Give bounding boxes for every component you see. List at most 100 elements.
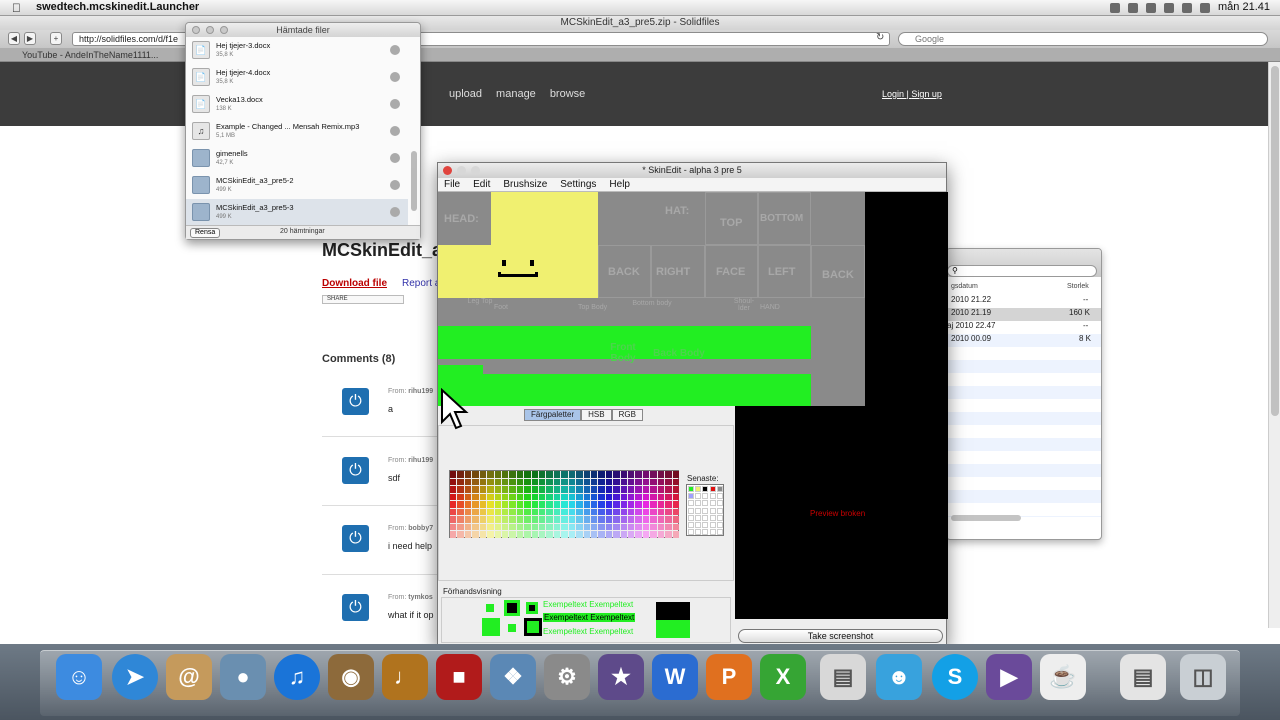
color-swatch[interactable] <box>635 516 642 523</box>
color-swatch[interactable] <box>628 523 635 531</box>
color-swatch[interactable] <box>635 493 642 501</box>
recent-swatch[interactable] <box>695 500 702 507</box>
download-file-link[interactable]: Download file <box>322 278 387 289</box>
menu-brushsize[interactable]: Brushsize <box>503 178 547 191</box>
column-date-modified[interactable]: gsdatum <box>951 283 978 295</box>
download-item[interactable]: gimenells 42,7 K <box>186 145 408 171</box>
color-swatch[interactable] <box>650 493 657 501</box>
add-bookmark-button[interactable]: + <box>50 32 62 45</box>
color-swatch[interactable] <box>628 508 635 516</box>
color-swatch[interactable] <box>561 493 568 501</box>
status-icon[interactable] <box>1110 3 1120 13</box>
color-swatch[interactable] <box>650 501 657 508</box>
powerpoint-icon[interactable]: P <box>706 654 752 700</box>
color-swatch[interactable] <box>635 508 642 516</box>
color-swatch[interactable] <box>650 486 657 493</box>
color-swatch[interactable] <box>479 501 487 508</box>
system-preferences-icon[interactable]: ⚙ <box>544 654 590 700</box>
color-swatch[interactable] <box>568 523 576 531</box>
color-swatch[interactable] <box>487 478 494 486</box>
recent-swatch[interactable] <box>702 522 709 528</box>
recent-swatch[interactable] <box>709 522 716 528</box>
color-swatch[interactable] <box>472 486 479 493</box>
avatar[interactable]: ⏻ <box>342 594 369 621</box>
color-swatch[interactable] <box>464 516 472 523</box>
garageband-icon[interactable]: ♩ <box>382 654 428 700</box>
color-swatch[interactable] <box>501 516 509 523</box>
color-swatch[interactable] <box>628 531 635 538</box>
minimize-icon[interactable] <box>206 26 214 34</box>
clock[interactable]: mån 21.41 <box>1218 1 1270 13</box>
color-swatch[interactable] <box>642 508 650 516</box>
color-swatch[interactable] <box>553 523 561 531</box>
color-swatch[interactable] <box>635 531 642 538</box>
color-swatch[interactable] <box>546 531 553 538</box>
recent-swatch[interactable] <box>709 529 716 536</box>
reveal-icon[interactable] <box>390 207 400 217</box>
stack-icon[interactable]: ▤ <box>820 654 866 700</box>
skype-icon[interactable]: S <box>932 654 978 700</box>
color-swatch[interactable] <box>583 493 590 501</box>
color-swatch[interactable] <box>657 508 665 516</box>
color-swatch[interactable] <box>620 471 628 478</box>
color-swatch[interactable] <box>576 493 583 501</box>
color-swatch[interactable] <box>546 516 553 523</box>
color-swatch[interactable] <box>450 478 457 486</box>
color-swatch[interactable] <box>494 531 501 538</box>
avatar[interactable]: ⏻ <box>342 457 369 484</box>
color-swatch[interactable] <box>672 523 679 531</box>
tab-rgb[interactable]: RGB <box>611 409 643 421</box>
color-swatch[interactable] <box>516 523 524 531</box>
color-swatch[interactable] <box>561 508 568 516</box>
color-swatch[interactable] <box>620 508 628 516</box>
color-swatch[interactable] <box>672 516 679 523</box>
color-swatch[interactable] <box>642 523 650 531</box>
color-swatch[interactable] <box>672 531 679 538</box>
recent-swatch[interactable] <box>688 486 694 492</box>
color-swatch[interactable] <box>672 478 679 486</box>
color-swatch[interactable] <box>620 486 628 493</box>
coffee-icon[interactable]: ☕ <box>1040 654 1086 700</box>
report-link[interactable]: Report a <box>402 278 440 289</box>
color-swatch[interactable] <box>561 523 568 531</box>
back-button[interactable]: ◀ <box>8 32 20 45</box>
download-item[interactable]: ♫ Example - Changed ... Mensah Remix.mp3… <box>186 118 408 144</box>
recent-swatch[interactable] <box>716 507 723 514</box>
color-swatch[interactable] <box>472 508 479 516</box>
search-input[interactable]: Google <box>898 32 1268 46</box>
tab-hsb[interactable]: HSB <box>581 409 612 421</box>
color-swatch[interactable] <box>642 478 650 486</box>
signup-link[interactable]: Sign up <box>911 89 942 99</box>
color-swatch[interactable] <box>665 493 672 501</box>
color-swatch[interactable] <box>561 516 568 523</box>
color-swatch[interactable] <box>613 478 620 486</box>
color-swatch[interactable] <box>672 493 679 501</box>
recent-swatch[interactable] <box>688 514 694 521</box>
color-swatch[interactable] <box>553 508 561 516</box>
color-swatch[interactable] <box>494 523 501 531</box>
itunes-icon[interactable]: ♫ <box>274 654 320 700</box>
active-app-name[interactable]: swedtech.mcskinedit.Launcher <box>36 1 199 13</box>
color-swatch[interactable] <box>590 486 598 493</box>
color-swatch[interactable] <box>583 523 590 531</box>
minimize-icon[interactable] <box>457 166 466 175</box>
color-swatch[interactable] <box>657 486 665 493</box>
color-swatch[interactable] <box>487 516 494 523</box>
color-swatch[interactable] <box>531 501 539 508</box>
color-swatch[interactable] <box>487 531 494 538</box>
finder-scrollbar[interactable] <box>951 515 1021 521</box>
color-swatch[interactable] <box>524 486 531 493</box>
color-swatches[interactable] <box>449 470 679 538</box>
color-swatch[interactable] <box>531 531 539 538</box>
color-swatch[interactable] <box>576 523 583 531</box>
color-swatch[interactable] <box>568 501 576 508</box>
color-swatch[interactable] <box>553 486 561 493</box>
color-swatch[interactable] <box>672 486 679 493</box>
color-swatch[interactable] <box>672 471 679 478</box>
color-swatch[interactable] <box>620 501 628 508</box>
color-swatch[interactable] <box>457 523 464 531</box>
downloads-stack-icon[interactable]: ▤ <box>1120 654 1166 700</box>
color-swatch[interactable] <box>576 486 583 493</box>
color-swatch[interactable] <box>642 493 650 501</box>
finder-icon[interactable]: ☺ <box>56 654 102 700</box>
